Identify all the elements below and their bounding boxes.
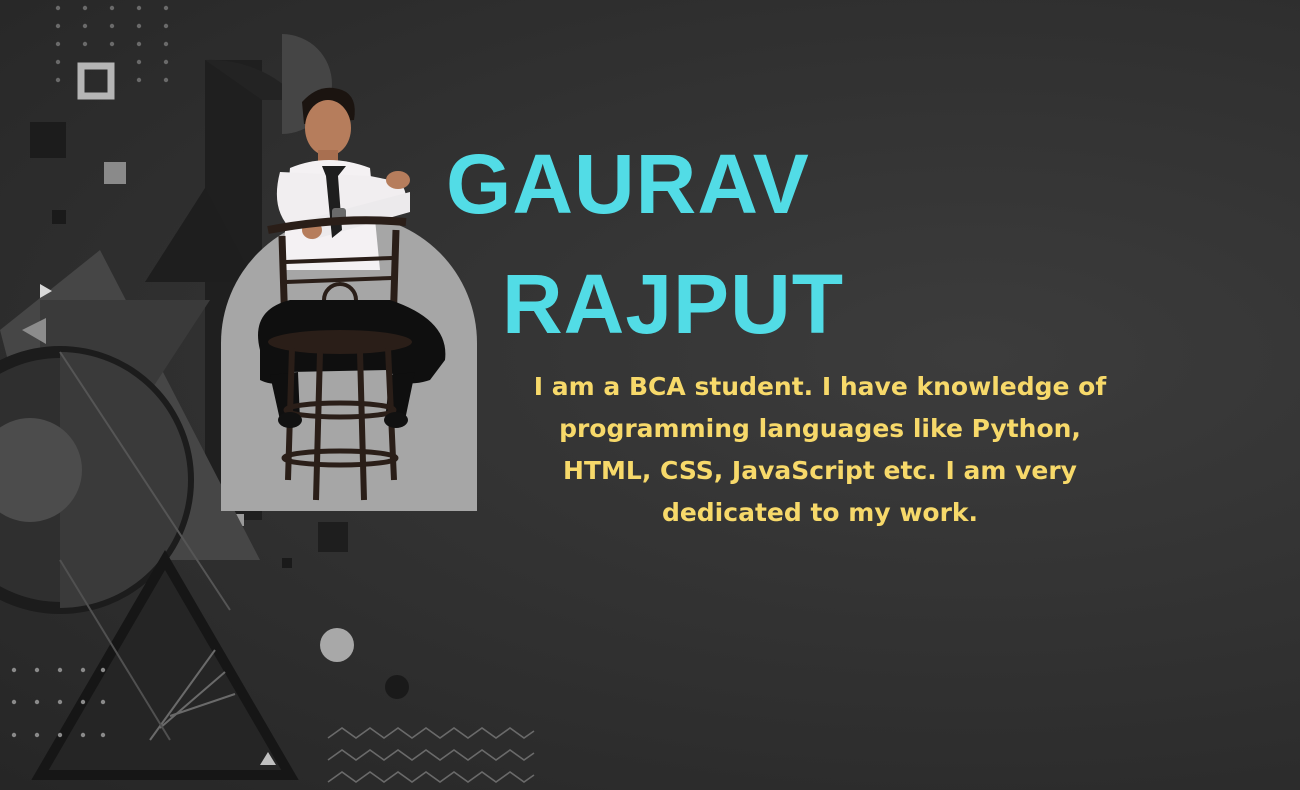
- square-outline-icon: [77, 62, 115, 100]
- bio-text: I am a BCA student. I have knowledge of …: [533, 372, 1107, 527]
- last-name: RAJPUT: [502, 257, 845, 351]
- circle-icon: [320, 628, 354, 662]
- first-name: GAURAV: [446, 137, 810, 231]
- zigzag-pattern-icon: [327, 727, 535, 783]
- profile-photo: [258, 87, 446, 501]
- profile-banner: GAURAV RAJPUT I am a BCA student. I have…: [0, 0, 1300, 790]
